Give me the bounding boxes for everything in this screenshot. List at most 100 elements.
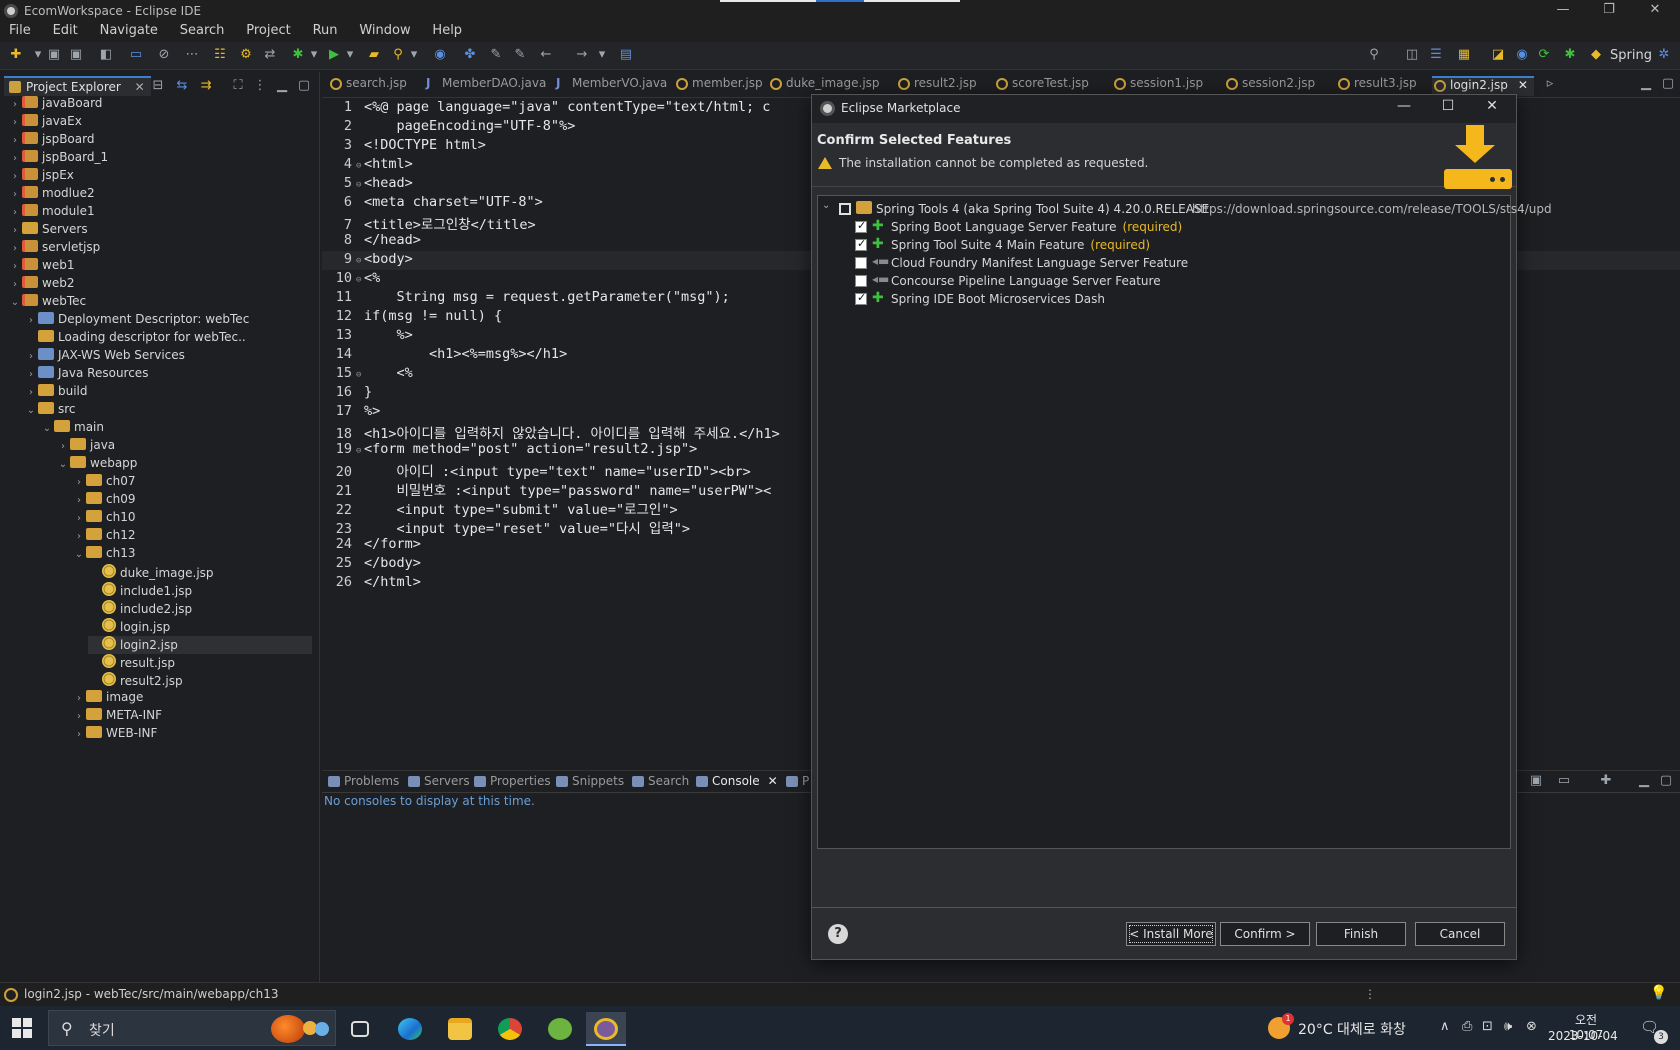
dialog-minimize-button[interactable]: — [1384, 98, 1424, 114]
server-icon[interactable]: ⚙ [238, 47, 254, 63]
save-icon[interactable]: ▣ [46, 47, 62, 63]
editor-tab[interactable]: result3.jsp [1336, 76, 1417, 96]
hierarchy-icon[interactable]: ☰ [1428, 47, 1444, 63]
help-button[interactable]: ? [828, 924, 848, 944]
minimize-view-icon[interactable]: ▁ [274, 78, 290, 94]
weather-text[interactable]: 20°C 대체로 화창 [1298, 1019, 1406, 1039]
feature-row[interactable]: ✚ Spring IDE Boot Microservices Dash [818, 290, 1510, 308]
tree-item[interactable]: › ch10 [72, 510, 312, 528]
editor-tab[interactable]: J MemberDAO.java [424, 76, 546, 96]
menu-search[interactable]: Search [171, 22, 234, 39]
project-explorer-tab[interactable]: Project Explorer ✕ [4, 76, 151, 96]
filter-icon[interactable]: ⇉ [198, 78, 214, 94]
dropdown-arrow-icon[interactable]: ▾ [306, 47, 322, 63]
chevron-right-icon[interactable]: › [72, 477, 86, 488]
editor-tab[interactable]: session2.jsp [1224, 76, 1315, 96]
next-annotation-icon[interactable]: ✎ [512, 47, 528, 63]
feature-checkbox[interactable] [855, 237, 867, 251]
tree-item[interactable]: › jspBoard [8, 132, 312, 150]
chevron-down-icon[interactable]: ⌄ [72, 549, 86, 560]
editor-tab[interactable]: session1.jsp [1112, 76, 1203, 96]
fold-marker-icon[interactable]: ⊖ [356, 370, 364, 380]
tree-item[interactable]: include2.jsp [88, 600, 312, 618]
feature-row[interactable]: ◂▬ Cloud Foundry Manifest Language Server… [818, 254, 1510, 272]
chevron-right-icon[interactable]: › [24, 315, 38, 326]
chevron-right-icon[interactable]: › [72, 729, 86, 740]
display-console-icon[interactable]: ▭ [1556, 773, 1572, 789]
close-circle-icon[interactable]: ⊗ [1526, 1019, 1537, 1034]
chevron-right-icon[interactable]: › [72, 711, 86, 722]
start-button[interactable] [12, 1018, 32, 1038]
status-menu-icon[interactable]: ⋮ [1364, 987, 1376, 1001]
tree-item[interactable]: Loading descriptor for webTec.. [24, 330, 312, 348]
feature-checkbox[interactable] [855, 291, 867, 305]
menu-help[interactable]: Help [423, 22, 471, 39]
pin-console-icon[interactable]: ▣ [1528, 773, 1544, 789]
tree-item[interactable]: result2.jsp [88, 672, 312, 690]
tree-item[interactable]: › JAX-WS Web Services [24, 348, 312, 366]
editor-tab[interactable]: member.jsp [674, 76, 763, 96]
volume-icon[interactable]: 🕪 [1504, 1019, 1512, 1034]
chrome-app-icon[interactable] [490, 1012, 530, 1046]
chevron-right-icon[interactable]: › [8, 207, 22, 218]
close-icon[interactable]: ✕ [1518, 78, 1528, 92]
panel-tab[interactable]: Search [632, 774, 689, 788]
cancel-button[interactable]: Cancel [1415, 922, 1505, 946]
dialog-close-button[interactable]: ✕ [1472, 98, 1512, 114]
tree-item[interactable]: › java [56, 438, 312, 456]
fold-marker-icon[interactable]: ⊖ [356, 275, 364, 285]
open-folder-icon[interactable]: ▰ [366, 47, 382, 63]
tree-item[interactable]: › javaBoard [8, 96, 312, 114]
tree-item[interactable]: ⌄ main [40, 420, 312, 438]
focus-icon[interactable]: ⛶ [230, 78, 246, 94]
tree-item[interactable]: result.jsp [88, 654, 312, 672]
tip-icon[interactable]: 💡 [1650, 985, 1667, 1001]
tree-item[interactable]: › javaEx [8, 114, 312, 132]
close-button[interactable]: ✕ [1632, 2, 1678, 17]
forward-icon[interactable]: → [574, 47, 590, 63]
chevron-down-icon[interactable]: ⌄ [822, 200, 830, 211]
java-perspective-icon[interactable]: ◪ [1490, 47, 1506, 63]
spring-tool-app-icon[interactable] [540, 1012, 580, 1046]
tree-item[interactable]: ⌄ webTec [8, 294, 312, 312]
web-perspective-icon[interactable]: ◉ [1514, 47, 1530, 63]
dropdown-arrow-icon[interactable]: ▾ [342, 47, 358, 63]
editor-tab[interactable]: result2.jsp [896, 76, 977, 96]
minimize-view-icon[interactable]: ▁ [1636, 773, 1652, 789]
feature-checkbox[interactable] [855, 257, 867, 269]
chevron-up-icon[interactable]: ∧ [1440, 1019, 1450, 1034]
file-explorer-app-icon[interactable] [440, 1012, 480, 1046]
minimize-view-icon[interactable]: ▁ [1638, 76, 1654, 92]
confirm-button[interactable]: Confirm > [1220, 922, 1310, 946]
show-list-icon[interactable]: ▹ [1542, 76, 1558, 92]
pin-editor-icon[interactable]: ▤ [618, 47, 634, 63]
feature-checkbox[interactable] [855, 219, 867, 233]
maximize-view-icon[interactable]: ▢ [1658, 773, 1674, 789]
close-icon[interactable]: ✕ [135, 80, 145, 94]
fold-marker-icon[interactable]: ⊖ [356, 161, 364, 171]
tree-item[interactable]: › Servers [8, 222, 312, 240]
chevron-right-icon[interactable]: › [72, 693, 86, 704]
open-perspective-icon[interactable]: ◫ [1404, 47, 1420, 63]
tree-item[interactable]: › ch09 [72, 492, 312, 510]
chevron-down-icon[interactable]: ⌄ [8, 297, 22, 308]
feature-row[interactable]: ✚ Spring Boot Language Server Feature (req… [818, 218, 1510, 236]
feature-root-checkbox[interactable] [839, 203, 851, 215]
tree-item[interactable]: › Deployment Descriptor: webTec [24, 312, 312, 330]
menu-file[interactable]: File [0, 22, 40, 39]
chevron-down-icon[interactable]: ⌄ [56, 459, 70, 470]
menu-edit[interactable]: Edit [44, 22, 87, 39]
tree-item[interactable]: › web2 [8, 276, 312, 294]
back-icon[interactable]: ← [538, 47, 554, 63]
chevron-right-icon[interactable]: › [8, 117, 22, 128]
feature-root-row[interactable]: ⌄ Spring Tools 4 (aka Spring Tool Suite … [818, 200, 1552, 218]
tree-item[interactable]: include1.jsp [88, 582, 312, 600]
tree-item[interactable]: › Java Resources [24, 366, 312, 384]
perspective-label[interactable]: Spring [1610, 48, 1652, 63]
editor-tab[interactable]: scoreTest.jsp [994, 76, 1089, 96]
menu-window[interactable]: Window [350, 22, 419, 39]
fold-marker-icon[interactable]: ⊖ [356, 446, 364, 456]
panel-tab[interactable]: P [786, 774, 809, 788]
fold-marker-icon[interactable]: ⊖ [356, 180, 364, 190]
task-icon[interactable]: ☷ [212, 47, 228, 63]
